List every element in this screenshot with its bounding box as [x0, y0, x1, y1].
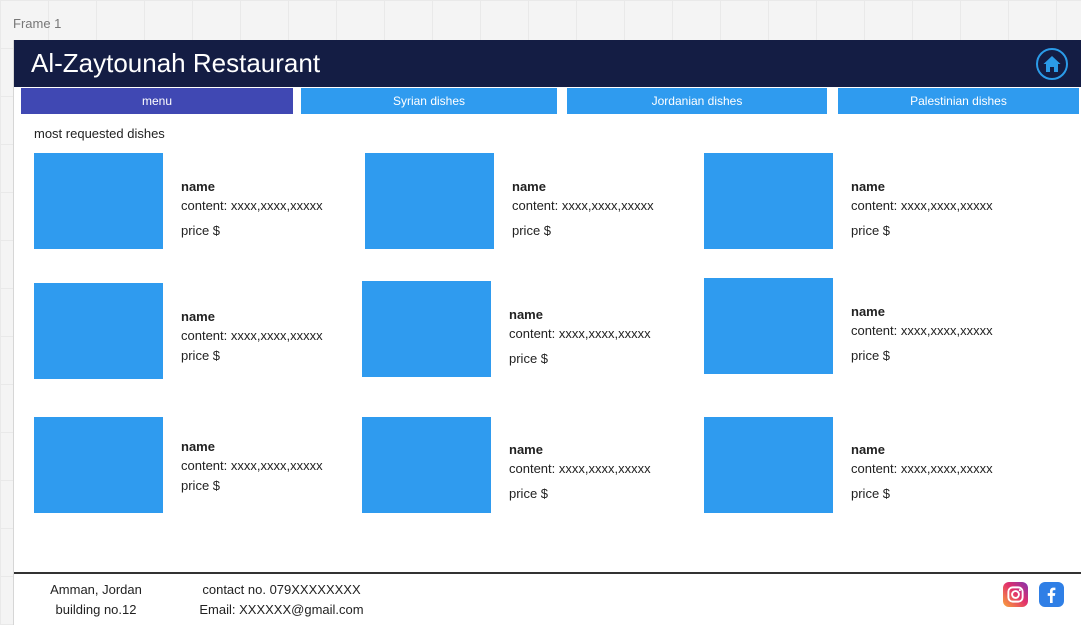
dish-content: content: xxxx,xxxx,xxxxx	[851, 461, 993, 476]
dish-content: content: xxxx,xxxx,xxxxx	[181, 198, 323, 213]
address-line-2: building no.12	[55, 602, 137, 617]
dish-content: content: xxxx,xxxx,xxxxx	[851, 198, 993, 213]
dish-content: content: xxxx,xxxx,xxxxx	[509, 326, 651, 341]
home-button[interactable]	[1036, 48, 1068, 80]
dish-card-info: name content: xxxx,xxxx,xxxxx price $	[181, 309, 351, 364]
tab-jordanian-dishes[interactable]: Jordanian dishes	[567, 88, 827, 114]
dish-image[interactable]	[362, 281, 491, 377]
dish-price: price $	[509, 486, 549, 501]
dish-name: name	[851, 179, 885, 194]
dish-image[interactable]	[704, 153, 833, 249]
page-frame: Al-Zaytounah Restaurant menu Syrian dish…	[13, 40, 1081, 625]
dish-price: price $	[851, 348, 891, 363]
dish-name: name	[181, 309, 215, 324]
dish-content: content: xxxx,xxxx,xxxxx	[509, 461, 651, 476]
contact-phone: contact no. 079XXXXXXXX	[202, 582, 361, 597]
dish-image[interactable]	[704, 417, 833, 513]
dish-card-info: name content: xxxx,xxxx,xxxxx price $	[512, 179, 682, 239]
footer-contact: contact no. 079XXXXXXXX Email: XXXXXX@gm…	[184, 580, 379, 620]
dish-name: name	[851, 304, 885, 319]
dish-card-info: name content: xxxx,xxxx,xxxxx price $	[851, 442, 1021, 502]
dish-price: price $	[509, 351, 549, 366]
dish-name: name	[512, 179, 546, 194]
dish-price: price $	[512, 223, 552, 238]
dish-price: price $	[181, 478, 221, 493]
dish-name: name	[509, 442, 543, 457]
tab-menu[interactable]: menu	[21, 88, 293, 114]
dish-card-info: name content: xxxx,xxxx,xxxxx price $	[509, 307, 679, 367]
dish-image[interactable]	[34, 153, 163, 249]
dish-card-info: name content: xxxx,xxxx,xxxxx price $	[851, 304, 1021, 364]
instagram-link[interactable]	[1003, 582, 1028, 607]
dish-card-info: name content: xxxx,xxxx,xxxxx price $	[851, 179, 1021, 239]
frame-label: Frame 1	[13, 16, 62, 31]
dish-card-info: name content: xxxx,xxxx,xxxxx price $	[509, 442, 679, 502]
dish-name: name	[181, 179, 215, 194]
instagram-icon	[1007, 586, 1024, 603]
dish-name: name	[181, 439, 215, 454]
dish-card-info: name content: xxxx,xxxx,xxxxx price $	[181, 439, 351, 494]
dish-image[interactable]	[365, 153, 494, 249]
facebook-icon	[1047, 587, 1056, 604]
dish-price: price $	[851, 223, 891, 238]
dish-name: name	[851, 442, 885, 457]
dish-image[interactable]	[362, 417, 491, 513]
dish-image[interactable]	[34, 417, 163, 513]
dish-name: name	[509, 307, 543, 322]
contact-email: Email: XXXXXX@gmail.com	[199, 602, 364, 617]
dish-card-info: name content: xxxx,xxxx,xxxxx price $	[181, 179, 351, 239]
tab-palestinian-dishes[interactable]: Palestinian dishes	[838, 88, 1079, 114]
footer-divider	[14, 572, 1081, 574]
section-title: most requested dishes	[34, 126, 165, 141]
address-line-1: Amman, Jordan	[50, 582, 142, 597]
site-header: Al-Zaytounah Restaurant	[14, 40, 1081, 87]
dish-price: price $	[181, 223, 221, 238]
dish-content: content: xxxx,xxxx,xxxxx	[851, 323, 993, 338]
dish-content: content: xxxx,xxxx,xxxxx	[181, 328, 323, 343]
dish-content: content: xxxx,xxxx,xxxxx	[181, 458, 323, 473]
facebook-link[interactable]	[1039, 582, 1064, 607]
dish-image[interactable]	[704, 278, 833, 374]
home-icon	[1043, 56, 1061, 72]
site-title: Al-Zaytounah Restaurant	[31, 48, 321, 78]
dish-price: price $	[851, 486, 891, 501]
dish-content: content: xxxx,xxxx,xxxxx	[512, 198, 654, 213]
tab-syrian-dishes[interactable]: Syrian dishes	[301, 88, 557, 114]
footer-address: Amman, Jordan building no.12	[36, 580, 156, 620]
dish-image[interactable]	[34, 283, 163, 379]
dish-price: price $	[181, 348, 221, 363]
